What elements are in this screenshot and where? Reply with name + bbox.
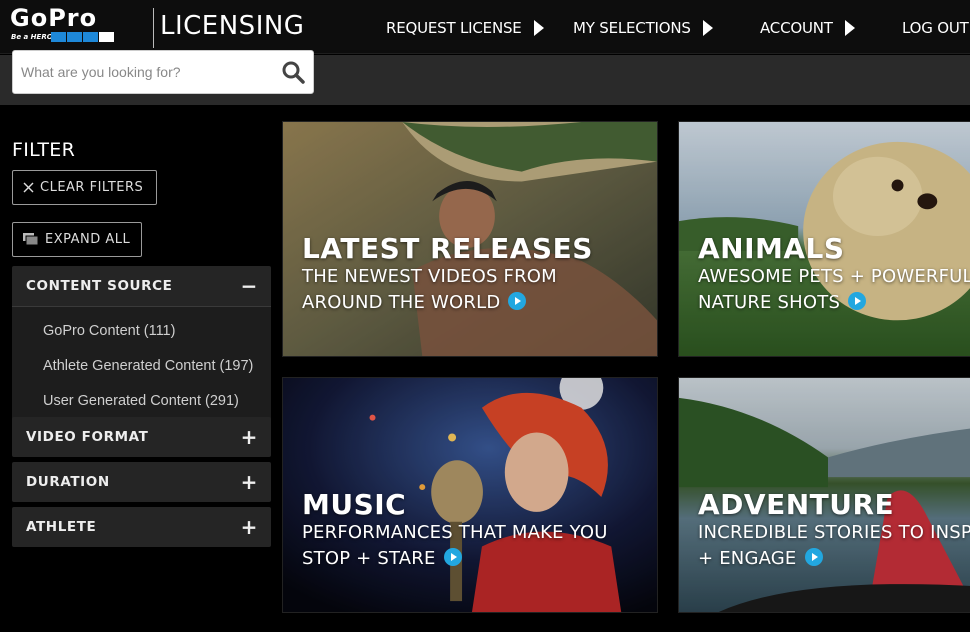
search-icon[interactable] <box>281 60 305 84</box>
triangle-right-icon <box>533 20 544 36</box>
accordion-header-athlete[interactable]: ATHLETE + <box>12 507 271 547</box>
accordion-title: ATHLETE <box>26 519 97 535</box>
logo-wordmark: GoPro <box>10 4 98 32</box>
play-icon[interactable] <box>804 548 823 566</box>
expand-all-button[interactable]: EXPAND ALL <box>12 222 142 257</box>
nav-log-out[interactable]: LOG OUT <box>902 19 969 37</box>
nav-request-license[interactable]: REQUEST LICENSE <box>386 19 544 37</box>
accordion-content-source: CONTENT SOURCE − GoPro Content (111) Ath… <box>12 266 271 424</box>
plus-icon[interactable]: + <box>241 470 258 494</box>
tile-subtitle-line2: STOP + STARE <box>302 546 608 572</box>
filter-heading: FILTER <box>12 139 76 161</box>
accordion-header-content-source[interactable]: CONTENT SOURCE − <box>12 266 271 306</box>
top-navigation-bar: GoPro Be a HERO. LICENSING REQUEST LICEN… <box>0 0 970 54</box>
category-tile-animals[interactable]: ANIMALS AWESOME PETS + POWERFUL NATURE S… <box>678 121 970 357</box>
play-icon[interactable] <box>443 548 462 566</box>
nav-account[interactable]: ACCOUNT <box>760 19 855 37</box>
plus-icon[interactable]: + <box>241 425 258 449</box>
search-box <box>12 50 314 94</box>
filter-option-user-generated[interactable]: User Generated Content (291) <box>12 383 271 418</box>
tile-subtitle-text: STOP + STARE <box>302 548 436 569</box>
filter-option-athlete-generated[interactable]: Athlete Generated Content (197) <box>12 348 271 383</box>
tile-caption: MUSIC PERFORMANCES THAT MAKE YOU STOP + … <box>302 490 608 572</box>
nav-label: LOG OUT <box>902 19 969 37</box>
accordion-body-content-source: GoPro Content (111) Athlete Generated Co… <box>12 306 271 424</box>
triangle-right-icon <box>844 20 855 36</box>
tile-subtitle-line1: THE NEWEST VIDEOS FROM <box>302 266 557 287</box>
nav-label: MY SELECTIONS <box>573 19 691 37</box>
tile-subtitle-line2: + ENGAGE <box>698 546 970 572</box>
tile-title: MUSIC <box>302 488 407 521</box>
accordion-title: DURATION <box>26 474 110 490</box>
logo-tagline: Be a HERO. <box>11 33 56 41</box>
play-icon[interactable] <box>508 292 527 310</box>
tile-caption: ADVENTURE INCREDIBLE STORIES TO INSPIRE … <box>698 490 970 572</box>
category-tile-latest-releases[interactable]: LATEST RELEASES THE NEWEST VIDEOS FROM A… <box>282 121 658 357</box>
clear-filters-button[interactable]: CLEAR FILTERS <box>12 170 157 205</box>
accordion-athlete[interactable]: ATHLETE + <box>12 507 271 547</box>
tile-subtitle-text: NATURE SHOTS <box>698 292 841 313</box>
search-input[interactable] <box>21 61 281 83</box>
accordion-video-format[interactable]: VIDEO FORMAT + <box>12 417 271 457</box>
accordion-title: VIDEO FORMAT <box>26 429 149 445</box>
tile-title: LATEST RELEASES <box>302 232 593 265</box>
stacked-cards-icon <box>23 233 39 246</box>
tile-caption: ANIMALS AWESOME PETS + POWERFUL NATURE S… <box>698 234 970 316</box>
accordion-header-duration[interactable]: DURATION + <box>12 462 271 502</box>
section-title: LICENSING <box>160 11 305 41</box>
accordion-header-video-format[interactable]: VIDEO FORMAT + <box>12 417 271 457</box>
tile-title: ADVENTURE <box>698 488 895 521</box>
accordion-title: CONTENT SOURCE <box>26 278 173 294</box>
header-divider <box>153 8 154 48</box>
tile-subtitle-text: + ENGAGE <box>698 548 797 569</box>
tile-subtitle-text: AROUND THE WORLD <box>302 292 501 313</box>
tile-subtitle-line1: INCREDIBLE STORIES TO INSPIRE <box>698 522 970 543</box>
logo-color-squares <box>51 32 114 42</box>
filter-option-gopro-content[interactable]: GoPro Content (111) <box>12 313 271 348</box>
nav-label: ACCOUNT <box>760 19 833 37</box>
nav-my-selections[interactable]: MY SELECTIONS <box>573 19 713 37</box>
accordion-duration[interactable]: DURATION + <box>12 462 271 502</box>
minus-icon[interactable]: − <box>241 274 258 298</box>
tile-title: ANIMALS <box>698 232 845 265</box>
triangle-right-icon <box>702 20 713 36</box>
close-icon <box>23 182 34 193</box>
gopro-logo[interactable]: GoPro Be a HERO. <box>10 4 140 44</box>
expand-all-label: EXPAND ALL <box>45 232 131 247</box>
clear-filters-label: CLEAR FILTERS <box>40 180 144 195</box>
tile-subtitle-line2: AROUND THE WORLD <box>302 290 593 316</box>
tile-subtitle-line1: PERFORMANCES THAT MAKE YOU <box>302 522 608 543</box>
tile-subtitle-line2: NATURE SHOTS <box>698 290 970 316</box>
category-tile-music[interactable]: MUSIC PERFORMANCES THAT MAKE YOU STOP + … <box>282 377 658 613</box>
tile-subtitle-line1: AWESOME PETS + POWERFUL <box>698 266 970 287</box>
category-tile-adventure[interactable]: ADVENTURE INCREDIBLE STORIES TO INSPIRE … <box>678 377 970 613</box>
tile-caption: LATEST RELEASES THE NEWEST VIDEOS FROM A… <box>302 234 593 316</box>
play-icon[interactable] <box>848 292 867 310</box>
plus-icon[interactable]: + <box>241 515 258 539</box>
nav-label: REQUEST LICENSE <box>386 19 522 37</box>
